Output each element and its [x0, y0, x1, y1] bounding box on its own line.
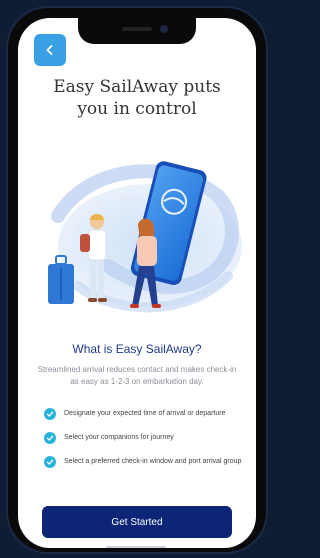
- title-line-1: Easy SailAway puts: [53, 77, 221, 97]
- page-title: Easy SailAway puts you in control: [18, 76, 256, 120]
- feature-label: Select your companions for journey: [64, 434, 174, 441]
- phone-frame: Easy SailAway puts you in control What i…: [6, 6, 268, 554]
- list-item: Designate your expected time of arrival …: [44, 408, 244, 420]
- app-screen: Easy SailAway puts you in control What i…: [18, 18, 256, 548]
- phone-notch: [78, 18, 196, 44]
- title-line-2: you in control: [77, 99, 197, 119]
- list-item: Select a preferred check-in window and p…: [44, 456, 244, 468]
- check-circle-icon: [44, 432, 56, 444]
- feature-label: Designate your expected time of arrival …: [64, 410, 226, 417]
- speaker-grille: [122, 27, 152, 31]
- section-description: Streamlined arrival reduces contact and …: [37, 365, 237, 386]
- get-started-button[interactable]: Get Started: [42, 506, 232, 538]
- chevron-left-icon: [46, 45, 53, 55]
- section-heading: What is Easy SailAway?: [72, 342, 202, 356]
- check-circle-icon: [44, 408, 56, 420]
- check-circle-icon: [44, 456, 56, 468]
- back-button[interactable]: [34, 34, 66, 66]
- feature-list: Designate your expected time of arrival …: [44, 408, 244, 480]
- list-item: Select your companions for journey: [44, 432, 244, 444]
- feature-label: Select a preferred check-in window and p…: [64, 458, 242, 465]
- home-indicator: [106, 546, 166, 548]
- front-camera: [160, 25, 168, 33]
- hero-illustration: [48, 161, 242, 313]
